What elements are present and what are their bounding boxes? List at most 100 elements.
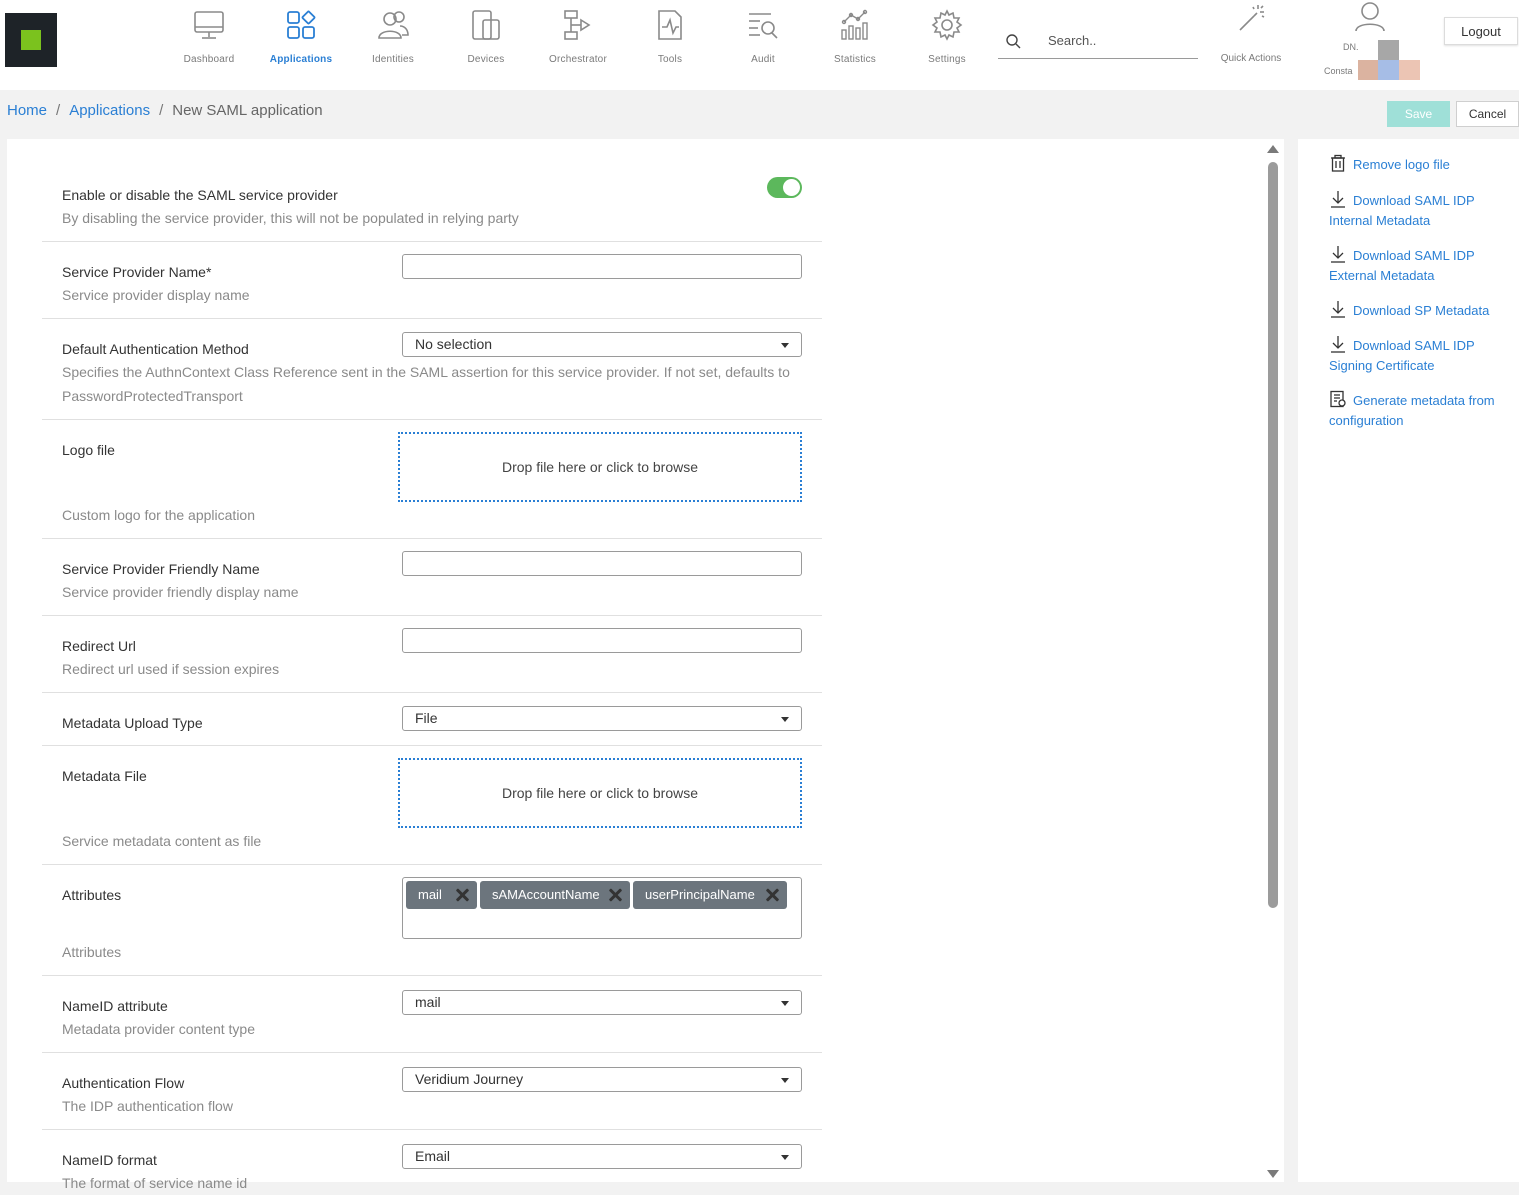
avatar-pixel <box>1378 60 1399 80</box>
logo-file-dropzone[interactable]: Drop file here or click to browse <box>398 432 802 502</box>
chevron-down-icon <box>781 1078 789 1083</box>
nameid-format-select[interactable]: Email <box>402 1144 802 1169</box>
nav-dashboard[interactable]: Dashboard <box>163 8 255 65</box>
download-sp-metadata-label: Download SP Metadata <box>1353 303 1490 318</box>
metadata-upload-type-select[interactable]: File <box>402 706 802 731</box>
metadata-file-dropzone[interactable]: Drop file here or click to browse <box>398 758 802 828</box>
auth-flow-label: Authentication Flow <box>62 1075 185 1091</box>
generate-metadata-label: Generate metadata from configuration <box>1329 393 1495 428</box>
scroll-down-arrow-icon[interactable] <box>1267 1170 1279 1178</box>
divider <box>42 241 822 242</box>
nav-devices[interactable]: Devices <box>440 8 532 65</box>
enable-sp-toggle[interactable] <box>767 177 802 198</box>
nav-statistics[interactable]: Statistics <box>809 8 901 65</box>
breadcrumb-current: New SAML application <box>172 102 323 119</box>
toggle-knob <box>783 179 800 196</box>
breadcrumb-separator: / <box>56 102 61 119</box>
download-idp-external-metadata-link[interactable]: Download SAML IDP External Metadata <box>1329 245 1509 286</box>
friendly-name-label: Service Provider Friendly Name <box>62 561 260 577</box>
search-bar <box>998 24 1198 59</box>
nav-orchestrator[interactable]: Orchestrator <box>532 8 624 65</box>
breadcrumb-separator: / <box>159 102 164 119</box>
auth-flow-select[interactable]: Veridium Journey <box>402 1067 802 1092</box>
scrollbar-thumb[interactable] <box>1268 162 1278 908</box>
remove-tag-icon[interactable] <box>765 888 779 902</box>
download-icon <box>1331 191 1345 208</box>
redirect-url-input[interactable] <box>402 628 802 653</box>
nav-tools[interactable]: Tools <box>624 8 716 65</box>
nav-settings-label: Settings <box>928 54 966 65</box>
user-menu[interactable]: DN. Consta <box>1320 0 1430 85</box>
divider <box>42 615 822 616</box>
nameid-attribute-value: mail <box>415 994 441 1010</box>
tools-icon <box>658 10 682 40</box>
attributes-tag-input[interactable]: mail sAMAccountName userPrincipalName <box>402 877 802 939</box>
top-bar: Dashboard Applications Identities Device… <box>0 0 1519 90</box>
divider <box>42 975 822 976</box>
redirect-url-desc: Redirect url used if session expires <box>62 661 280 677</box>
divider <box>42 692 822 693</box>
metadata-upload-type-value: File <box>415 710 438 726</box>
attributes-label: Attributes <box>62 887 122 903</box>
enable-sp-desc: By disabling the service provider, this … <box>62 210 519 226</box>
remove-tag-icon[interactable] <box>608 888 622 902</box>
gear-icon <box>931 9 963 41</box>
friendly-name-input[interactable] <box>402 551 802 576</box>
nav-settings[interactable]: Settings <box>901 8 993 65</box>
nameid-attribute-label: NameID attribute <box>62 998 168 1014</box>
cancel-button[interactable]: Cancel <box>1456 101 1519 127</box>
download-idp-internal-metadata-link[interactable]: Download SAML IDP Internal Metadata <box>1329 190 1509 231</box>
auth-method-value: No selection <box>415 336 493 352</box>
friendly-name-desc: Service provider friendly display name <box>62 584 299 600</box>
breadcrumb-applications[interactable]: Applications <box>69 102 150 119</box>
sp-name-desc: Service provider display name <box>62 287 250 303</box>
nav-identities-label: Identities <box>371 54 415 65</box>
remove-tag-icon[interactable] <box>455 888 469 902</box>
logo-file-desc: Custom logo for the application <box>62 507 255 523</box>
divider <box>42 1129 822 1130</box>
attribute-tag-label: userPrincipalName <box>645 887 755 902</box>
download-idp-signing-certificate-link[interactable]: Download SAML IDP Signing Certificate <box>1329 335 1509 376</box>
scroll-up-arrow-icon[interactable] <box>1267 145 1279 153</box>
divider <box>42 538 822 539</box>
save-button[interactable]: Save <box>1387 101 1450 127</box>
orchestrator-icon <box>564 10 591 40</box>
attribute-tag: userPrincipalName <box>633 881 787 909</box>
nav-orchestrator-label: Orchestrator <box>549 54 607 65</box>
download-idp-internal-metadata-label: Download SAML IDP Internal Metadata <box>1329 193 1475 228</box>
logout-button[interactable]: Logout <box>1444 17 1518 45</box>
quick-actions-button[interactable]: Quick Actions <box>1212 2 1290 64</box>
user-name: Consta <box>1324 66 1353 76</box>
identities-icon <box>378 11 409 39</box>
auth-method-label: Default Authentication Method <box>62 341 249 357</box>
attribute-tag-label: sAMAccountName <box>492 887 600 902</box>
generate-metadata-link[interactable]: Generate metadata from configuration <box>1329 390 1499 431</box>
nav-identities[interactable]: Identities <box>347 8 439 65</box>
redirect-url-label: Redirect Url <box>62 638 136 654</box>
divider <box>42 745 822 746</box>
auth-method-select[interactable]: No selection <box>402 332 802 357</box>
app-logo[interactable] <box>5 13 57 67</box>
search-input[interactable] <box>1048 30 1193 50</box>
attribute-tag: sAMAccountName <box>480 881 630 909</box>
download-sp-metadata-link[interactable]: Download SP Metadata <box>1329 300 1519 321</box>
sp-name-input[interactable] <box>402 254 802 279</box>
download-idp-external-metadata-label: Download SAML IDP External Metadata <box>1329 248 1475 283</box>
nav-tools-label: Tools <box>657 54 683 65</box>
user-dn-label: DN. <box>1343 42 1359 52</box>
audit-icon <box>749 13 778 39</box>
nav-applications[interactable]: Applications <box>255 8 347 65</box>
auth-method-desc: Specifies the AuthnContext Class Referen… <box>62 364 790 404</box>
breadcrumb-home[interactable]: Home <box>7 102 47 119</box>
applications-icon <box>287 10 316 39</box>
nav-audit[interactable]: Audit <box>717 8 809 65</box>
nameid-attribute-select[interactable]: mail <box>402 990 802 1015</box>
remove-logo-file-link[interactable]: Remove logo file <box>1329 154 1509 175</box>
attribute-tag: mail <box>406 881 477 909</box>
nav-devices-label: Devices <box>467 54 505 65</box>
enable-sp-label: Enable or disable the SAML service provi… <box>62 187 338 203</box>
divider <box>42 419 822 420</box>
auth-flow-desc: The IDP authentication flow <box>62 1098 233 1114</box>
avatar-pixel <box>1378 40 1399 60</box>
monitor-icon <box>194 11 224 39</box>
